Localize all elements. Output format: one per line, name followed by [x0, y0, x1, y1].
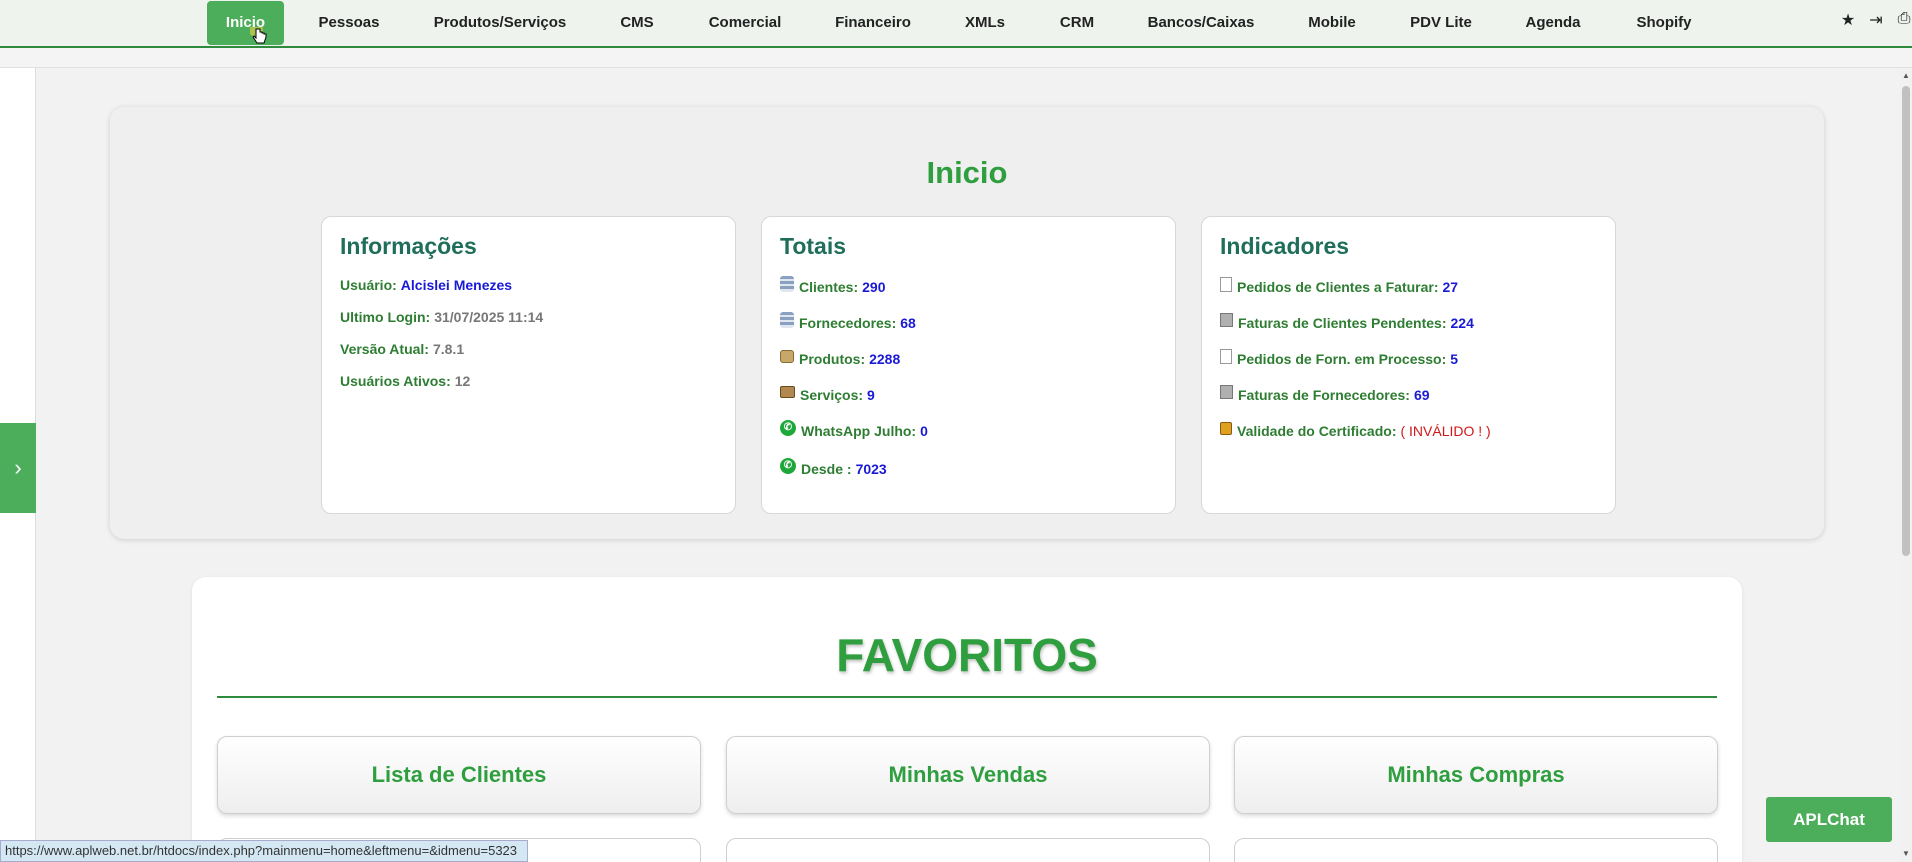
whatsapp-icon: ✆ [780, 420, 796, 436]
nav-item-xmls[interactable]: XMLs [955, 1, 1015, 45]
orders-to-invoice-value: 27 [1442, 279, 1459, 295]
totals-card: Totais Clientes: 290 Fornecedores: 68 Pr… [761, 216, 1176, 514]
suppliers-label: Fornecedores: [799, 315, 897, 331]
clients-value: 290 [862, 279, 886, 295]
products-label: Produtos: [799, 351, 866, 367]
active-users-label: Usuários Ativos: [340, 373, 451, 389]
sub-bar [0, 48, 1912, 68]
invoice-icon [1220, 385, 1233, 399]
last-login-row: Ultimo Login: 31/07/2025 11:14 [340, 309, 543, 325]
user-value[interactable]: Alcislei Menezes [401, 277, 512, 293]
favorite-button[interactable] [726, 838, 1210, 862]
version-label: Versão Atual: [340, 341, 429, 357]
supplier-invoices-row[interactable]: Faturas de Fornecedores: 69 [1220, 385, 1430, 403]
invoice-icon [1220, 313, 1233, 327]
nav-item-inicio[interactable]: Inicio [207, 1, 284, 45]
scroll-up-icon[interactable]: ▲ [1900, 70, 1912, 82]
nav-item-cms[interactable]: CMS [613, 1, 661, 45]
page-title: Inicio [926, 155, 1008, 190]
last-login-value: 31/07/2025 11:14 [434, 309, 544, 325]
aplchat-button[interactable]: APLChat [1766, 797, 1892, 842]
favorite-button[interactable] [1234, 838, 1718, 862]
user-row: Usuário: Alcislei Menezes [340, 277, 512, 293]
info-heading: Informações [340, 233, 477, 259]
status-bar-url: https://www.aplweb.net.br/htdocs/index.p… [0, 840, 529, 862]
nav-item-pdv-lite[interactable]: PDV Lite [1404, 1, 1478, 45]
favorites-divider [217, 696, 1717, 698]
scroll-down-icon[interactable]: ▼ [1900, 848, 1912, 860]
products-total-row[interactable]: Produtos: 2288 [780, 349, 901, 367]
orders-to-invoice-label: Pedidos de Clientes a Faturar: [1237, 279, 1439, 295]
whatsapp-since-row[interactable]: ✆ Desde : 7023 [780, 458, 887, 477]
pending-invoices-row[interactable]: Faturas de Clientes Pendentes: 224 [1220, 313, 1474, 331]
whatsapp-month-value: 0 [920, 423, 928, 439]
nav-item-crm[interactable]: CRM [1052, 1, 1102, 45]
nav-item-financeiro[interactable]: Financeiro [828, 1, 918, 45]
star-icon[interactable]: ★ [1840, 10, 1856, 30]
service-icon [780, 386, 795, 398]
lock-icon [1220, 421, 1232, 435]
certificate-status: ( INVÁLIDO ! ) [1400, 423, 1491, 439]
document-icon [1220, 276, 1232, 292]
document-icon [1220, 348, 1232, 364]
package-icon [780, 349, 794, 363]
favorites-title: FAVORITOS [836, 629, 1098, 681]
last-login-label: Ultimo Login: [340, 309, 431, 325]
database-icon [780, 312, 794, 328]
user-label: Usuário: [340, 277, 397, 293]
nav-item-pessoas[interactable]: Pessoas [312, 1, 386, 45]
favorite-client-list-button[interactable]: Lista de Clientes [217, 736, 701, 814]
version-row: Versão Atual: 7.8.1 [340, 341, 464, 357]
database-icon [780, 276, 794, 292]
supplier-orders-label: Pedidos de Forn. em Processo: [1237, 351, 1447, 367]
supplier-invoices-value: 69 [1413, 387, 1430, 403]
services-total-row[interactable]: Serviços: 9 [780, 386, 875, 403]
nav-item-shopify[interactable]: Shopify [1628, 1, 1700, 45]
supplier-invoices-label: Faturas de Fornecedores: [1238, 387, 1410, 403]
favorites-panel [192, 577, 1742, 862]
hand-cursor-icon [250, 27, 267, 44]
active-users-row: Usuários Ativos: 12 [340, 373, 470, 389]
indicators-card: Indicadores Pedidos de Clientes a Fatura… [1201, 216, 1616, 514]
nav-item-bancos-caixas[interactable]: Bancos/Caixas [1140, 1, 1262, 45]
clients-total-row[interactable]: Clientes: 290 [780, 276, 886, 295]
nav-item-comercial[interactable]: Comercial [700, 1, 790, 45]
services-value: 9 [867, 387, 875, 403]
certificate-row[interactable]: Validade do Certificado: ( INVÁLIDO ! ) [1220, 421, 1491, 439]
nav-tool-icons: ★ ⇥ ⎙ [1840, 10, 1912, 30]
orders-to-invoice-row[interactable]: Pedidos de Clientes a Faturar: 27 [1220, 276, 1459, 295]
clients-label: Clientes: [799, 279, 859, 295]
favorite-my-sales-button[interactable]: Minhas Vendas [726, 736, 1210, 814]
supplier-orders-row[interactable]: Pedidos de Forn. em Processo: 5 [1220, 348, 1459, 367]
whatsapp-month-label: WhatsApp Julho: [801, 423, 917, 439]
indicators-heading: Indicadores [1220, 233, 1350, 259]
favorite-my-purchases-button[interactable]: Minhas Compras [1234, 736, 1718, 814]
pending-invoices-value: 224 [1450, 315, 1474, 331]
whatsapp-since-label: Desde : [801, 461, 852, 477]
version-value: 7.8.1 [432, 341, 465, 357]
nav-item-agenda[interactable]: Agenda [1518, 1, 1588, 45]
chevron-right-icon: › [14, 455, 22, 480]
certificate-label: Validade do Certificado: [1237, 423, 1397, 439]
suppliers-total-row[interactable]: Fornecedores: 68 [780, 312, 916, 331]
logout-icon[interactable]: ⇥ [1868, 10, 1884, 30]
nav-item-produtos-servicos[interactable]: Produtos/Serviços [428, 1, 572, 45]
whatsapp-icon: ✆ [780, 458, 796, 474]
whatsapp-month-row[interactable]: ✆ WhatsApp Julho: 0 [780, 420, 928, 439]
totals-heading: Totais [780, 233, 847, 259]
print-icon[interactable]: ⎙ [1896, 10, 1912, 30]
products-value: 2288 [869, 351, 901, 367]
info-card: Informações Usuário: Alcislei Menezes Ul… [321, 216, 736, 514]
whatsapp-since-value: 7023 [855, 461, 887, 477]
side-menu-toggle[interactable]: › [0, 423, 36, 513]
suppliers-value: 68 [900, 315, 916, 331]
services-label: Serviços: [800, 387, 864, 403]
nav-item-mobile[interactable]: Mobile [1300, 1, 1364, 45]
active-users-value: 12 [454, 373, 471, 389]
top-nav: Inicio Pessoas Produtos/Serviços CMS Com… [0, 0, 1912, 48]
supplier-orders-value: 5 [1450, 351, 1459, 367]
pending-invoices-label: Faturas de Clientes Pendentes: [1238, 315, 1447, 331]
